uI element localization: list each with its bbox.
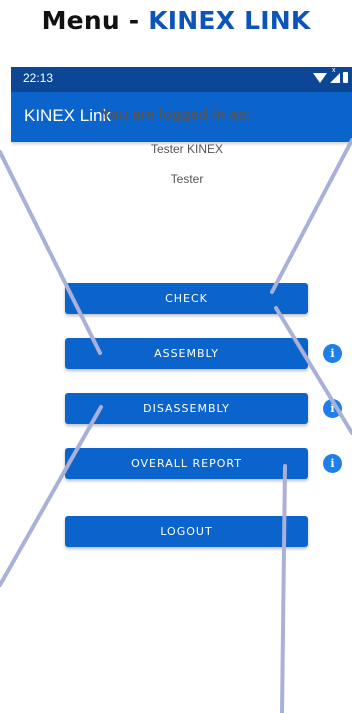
battery-icon [343, 72, 348, 83]
headline-brand: KINEX LINK [148, 6, 311, 35]
headline-prefix: Menu - [41, 6, 149, 35]
status-time: 22:13 [23, 71, 54, 85]
disassembly-button[interactable]: DISASSEMBLY [65, 393, 308, 424]
user-role: Tester [170, 172, 204, 186]
logout-button[interactable]: LOGOUT [65, 516, 308, 547]
status-bar: 22:13 x [11, 67, 352, 92]
page: Menu - KINEX LINK 22:13 x KINEX Link You… [0, 0, 352, 713]
page-headline: Menu - KINEX LINK [0, 6, 352, 35]
status-icons: x [313, 67, 348, 83]
overall-report-info-icon[interactable]: i [323, 454, 342, 473]
wifi-icon [313, 72, 327, 83]
user-name: Tester KINEX [150, 142, 224, 156]
disassembly-info-icon[interactable]: i [323, 399, 342, 418]
overall-report-button[interactable]: OVERALL REPORT [65, 448, 308, 479]
logged-in-label: You are logged in as: [100, 106, 252, 123]
check-button[interactable]: CHECK [65, 283, 308, 314]
assembly-button[interactable]: ASSEMBLY [65, 338, 308, 369]
assembly-info-icon[interactable]: i [323, 344, 342, 363]
signal-icon: x [330, 67, 340, 83]
phone-screen: 22:13 x KINEX Link [11, 67, 352, 713]
